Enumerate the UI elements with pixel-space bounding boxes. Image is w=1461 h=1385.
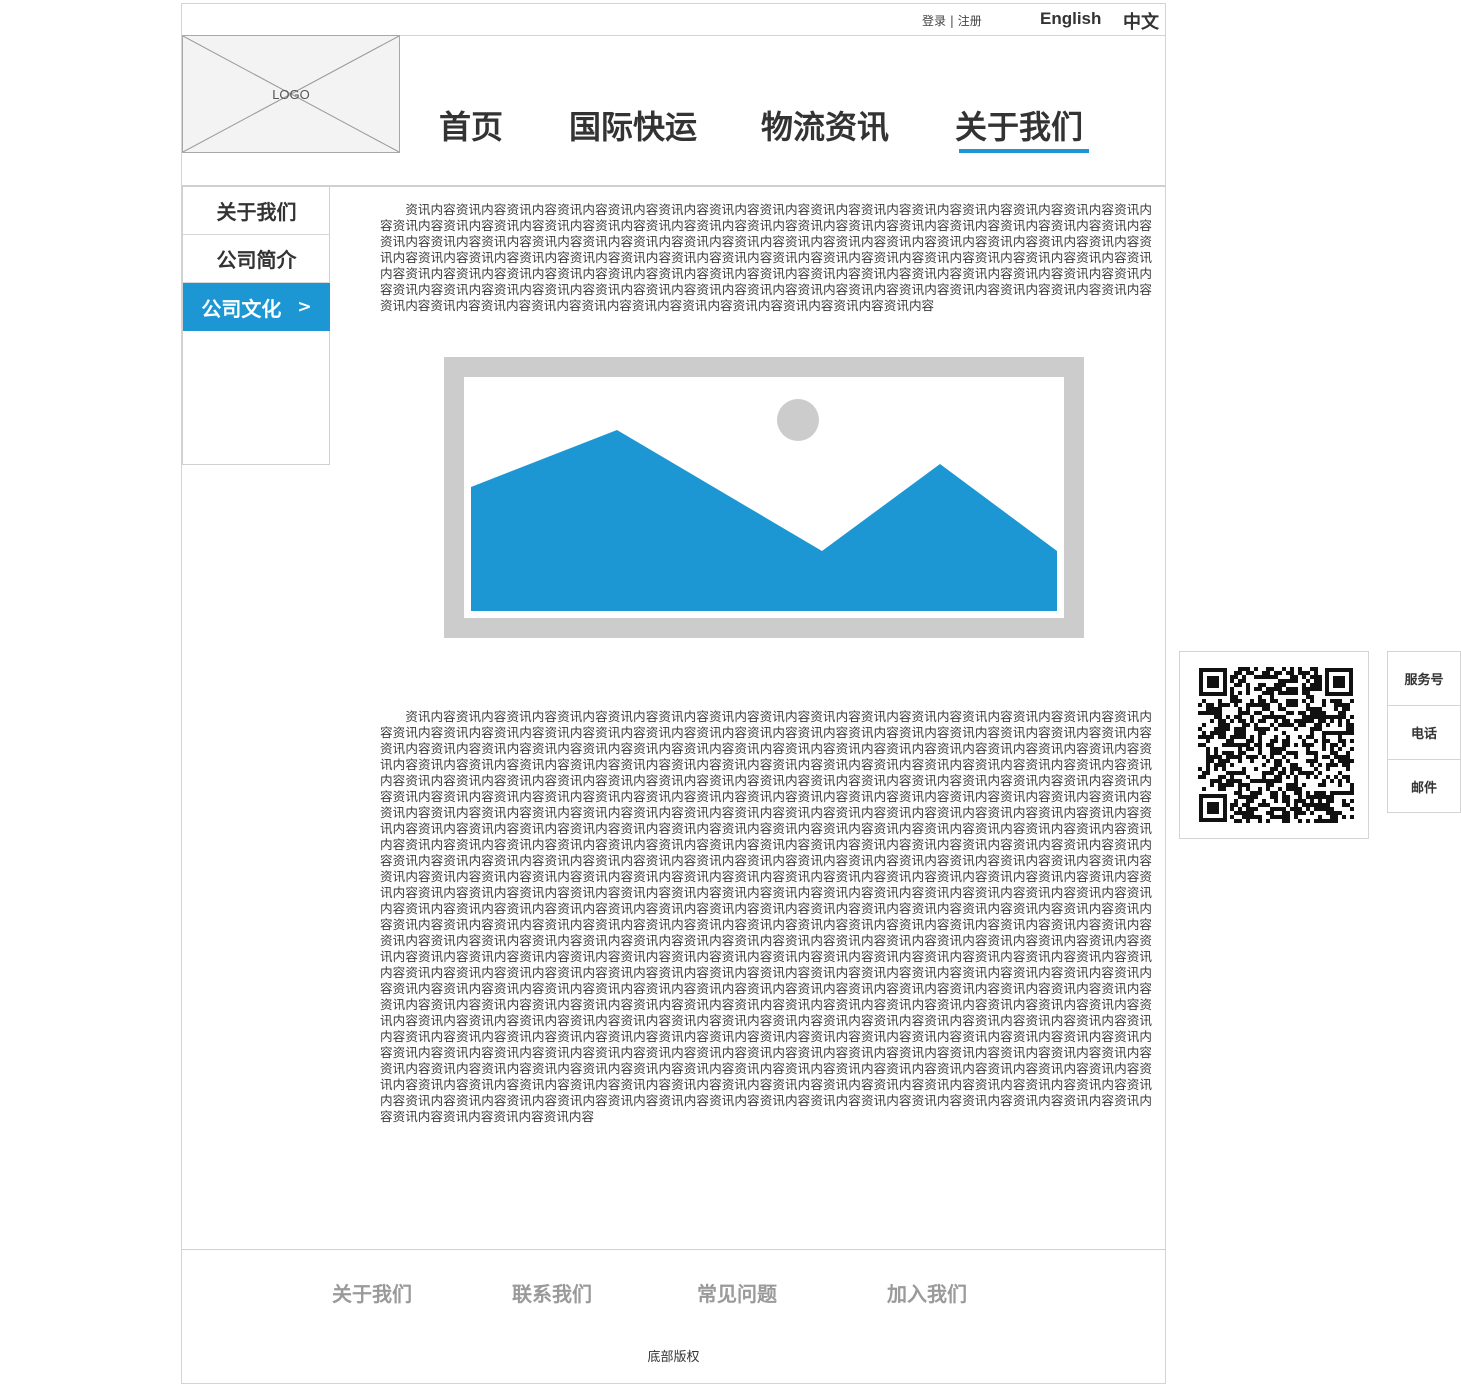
- language-chinese[interactable]: 中文: [1123, 8, 1159, 34]
- nav-active-indicator: [959, 149, 1089, 153]
- auth-separator: |: [946, 14, 958, 28]
- qr-code-icon: [1198, 667, 1354, 823]
- sidebar-item-company-profile[interactable]: 公司简介: [183, 235, 330, 283]
- sidebar-item-about-us[interactable]: 关于我们: [183, 187, 330, 235]
- sidebar-item-company-culture[interactable]: 公司文化 >: [183, 283, 330, 331]
- logo[interactable]: LOGO: [182, 35, 400, 153]
- email-button[interactable]: 邮件: [1388, 760, 1460, 813]
- footer-link-join-us[interactable]: 加入我们: [887, 1278, 967, 1307]
- content-paragraph-2: 资讯内容资讯内容资讯内容资讯内容资讯内容资讯内容资讯内容资讯内容资讯内容资讯内容…: [380, 709, 1152, 1124]
- service-account-button[interactable]: 服务号: [1388, 652, 1460, 706]
- login-link[interactable]: 登录: [922, 14, 946, 28]
- nav-about-us[interactable]: 关于我们: [955, 102, 1083, 148]
- logo-text: LOGO: [272, 87, 310, 102]
- footer-link-contact-us[interactable]: 联系我们: [512, 1278, 592, 1307]
- language-english[interactable]: English: [1040, 9, 1101, 29]
- top-bar: 登录 | 注册 English 中文: [182, 4, 1165, 36]
- footer-link-faq[interactable]: 常见问题: [697, 1278, 777, 1307]
- qr-code-panel: [1179, 651, 1369, 839]
- landscape-image-icon: [471, 399, 1057, 611]
- sidebar-item-label: 公司简介: [216, 248, 297, 272]
- sidebar-item-label: 公司文化: [201, 296, 282, 321]
- service-panel: 服务号 电话 邮件: [1387, 651, 1461, 813]
- chevron-right-icon: >: [297, 297, 312, 317]
- image-placeholder-canvas: [464, 377, 1064, 618]
- image-placeholder: [444, 357, 1084, 638]
- auth-links: 登录 | 注册: [922, 12, 982, 29]
- phone-button[interactable]: 电话: [1388, 706, 1460, 760]
- sidebar-item-label: 关于我们: [216, 200, 297, 224]
- nav-logistics-news[interactable]: 物流资讯: [761, 102, 889, 148]
- page-frame: 登录 | 注册 English 中文 LOGO 首页 国际快运 物流资讯 关于我…: [181, 3, 1166, 1384]
- footer-copyright: 底部版权: [647, 1350, 700, 1365]
- nav-international-express[interactable]: 国际快运: [569, 102, 697, 148]
- sidebar: 关于我们 公司简介 公司文化 >: [182, 187, 330, 465]
- nav-home[interactable]: 首页: [439, 102, 503, 148]
- footer-divider: [182, 1249, 1165, 1250]
- content-paragraph-1: 资讯内容资讯内容资讯内容资讯内容资讯内容资讯内容资讯内容资讯内容资讯内容资讯内容…: [380, 202, 1152, 313]
- footer-link-about-us[interactable]: 关于我们: [332, 1278, 412, 1307]
- register-link[interactable]: 注册: [958, 14, 982, 28]
